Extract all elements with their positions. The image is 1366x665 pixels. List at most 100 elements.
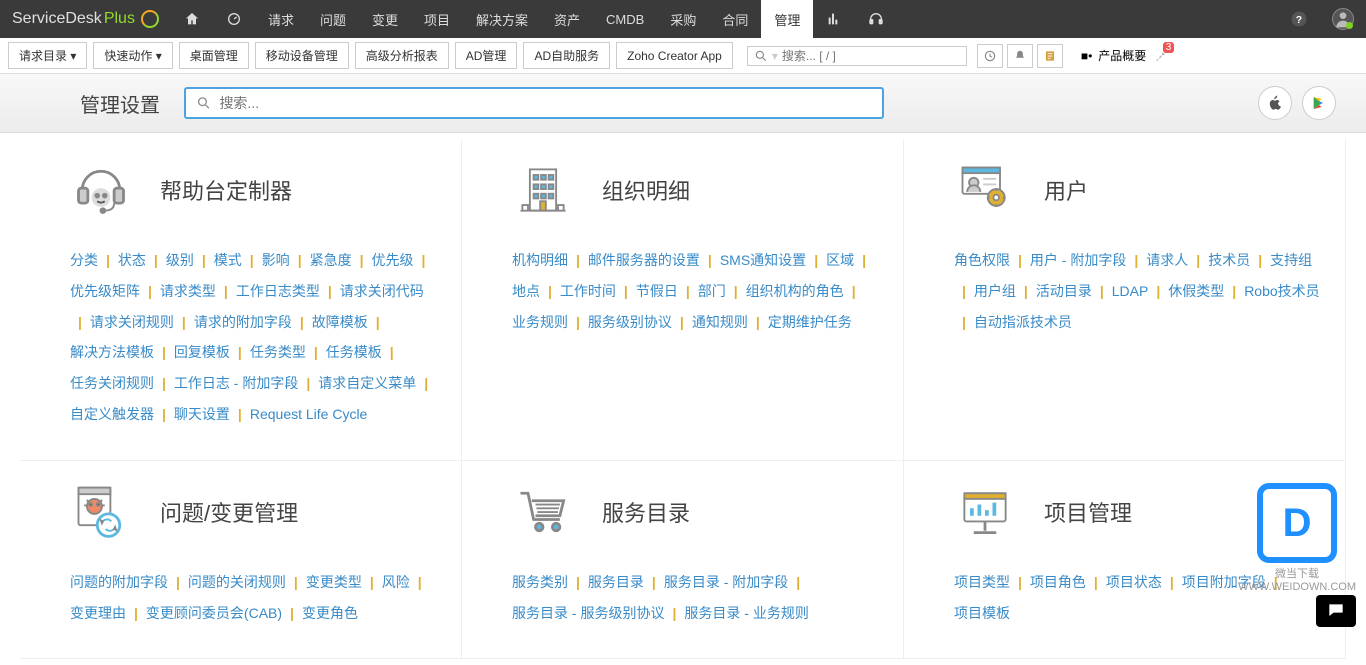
settings-search[interactable] (184, 87, 884, 119)
settings-link[interactable]: 紧急度 (310, 245, 352, 276)
nav-tab-5[interactable]: 资产 (541, 0, 593, 38)
notes-icon[interactable] (1037, 44, 1063, 68)
settings-link[interactable]: 休假类型 (1168, 276, 1224, 307)
settings-link[interactable]: 模式 (214, 245, 242, 276)
settings-link[interactable]: 活动目录 (1036, 276, 1092, 307)
settings-link[interactable]: 工作日志类型 (236, 276, 320, 307)
toolbar-btn-5[interactable]: AD管理 (455, 42, 518, 69)
settings-link[interactable]: 级别 (166, 245, 194, 276)
settings-link[interactable]: 优先级 (372, 245, 414, 276)
toolbar-btn-7[interactable]: Zoho Creator App (616, 42, 733, 69)
settings-link[interactable]: 聊天设置 (174, 399, 230, 430)
settings-link[interactable]: 机构明细 (512, 245, 568, 276)
settings-link[interactable]: 请求自定义菜单 (318, 368, 416, 399)
settings-search-input[interactable] (219, 95, 872, 111)
settings-link[interactable]: 项目类型 (954, 567, 1010, 598)
settings-link[interactable]: 部门 (698, 276, 726, 307)
toolbar-search-input[interactable] (782, 49, 942, 63)
settings-link[interactable]: 项目角色 (1030, 567, 1086, 598)
settings-link[interactable]: 风险 (382, 567, 410, 598)
settings-link[interactable]: SMS通知设置 (720, 245, 806, 276)
support-icon[interactable] (855, 0, 897, 38)
nav-tab-1[interactable]: 问题 (307, 0, 359, 38)
settings-link[interactable]: 用户 - 附加字段 (1030, 245, 1126, 276)
dashboard-icon[interactable] (213, 0, 255, 38)
nav-tab-9[interactable]: 管理 (761, 0, 813, 38)
settings-link[interactable]: 故障模板 (312, 307, 368, 338)
settings-link[interactable]: 通知规则 (692, 307, 748, 338)
settings-link[interactable]: 服务目录 - 附加字段 (664, 567, 788, 598)
toolbar-btn-3[interactable]: 移动设备管理 (255, 42, 349, 69)
settings-link[interactable]: 项目模板 (954, 598, 1010, 629)
settings-link[interactable]: 任务类型 (250, 337, 306, 368)
settings-link[interactable]: 支持组 (1270, 245, 1312, 276)
playstore-icon[interactable] (1302, 86, 1336, 120)
settings-link[interactable]: 节假日 (636, 276, 678, 307)
chat-fab[interactable] (1316, 595, 1356, 627)
nav-tab-0[interactable]: 请求 (255, 0, 307, 38)
product-overview[interactable]: ■• 产品概要 3 (1081, 47, 1168, 64)
settings-link[interactable]: 变更类型 (306, 567, 362, 598)
settings-link[interactable]: 自动指派技术员 (974, 307, 1072, 338)
toolbar-btn-1[interactable]: 快速动作 ▾ (93, 42, 172, 69)
toolbar-btn-4[interactable]: 高级分析报表 (355, 42, 449, 69)
settings-link[interactable]: 请求人 (1146, 245, 1188, 276)
settings-link[interactable]: 工作时间 (560, 276, 616, 307)
brand-logo[interactable]: ServiceDesk Plus (0, 10, 171, 28)
reports-icon[interactable] (813, 0, 855, 38)
toolbar-btn-2[interactable]: 桌面管理 (179, 42, 249, 69)
pin-icon[interactable]: 3 (1152, 48, 1168, 64)
settings-link[interactable]: 任务模板 (326, 337, 382, 368)
settings-link[interactable]: 请求类型 (160, 276, 216, 307)
settings-link[interactable]: 工作日志 - 附加字段 (174, 368, 298, 399)
appstore-icon[interactable] (1258, 86, 1292, 120)
bell-icon[interactable] (1007, 44, 1033, 68)
settings-link[interactable]: 用户组 (974, 276, 1016, 307)
nav-tab-7[interactable]: 采购 (657, 0, 709, 38)
settings-link[interactable]: 项目状态 (1106, 567, 1162, 598)
settings-link[interactable]: Request Life Cycle (250, 399, 368, 430)
nav-tab-2[interactable]: 变更 (359, 0, 411, 38)
settings-link[interactable]: 组织机构的角色 (746, 276, 844, 307)
settings-link[interactable]: 请求关闭代码 (340, 276, 424, 307)
settings-link[interactable]: 优先级矩阵 (70, 276, 140, 307)
settings-link[interactable]: 影响 (262, 245, 290, 276)
settings-link[interactable]: 角色权限 (954, 245, 1010, 276)
settings-link[interactable]: 问题的附加字段 (70, 567, 168, 598)
home-icon[interactable] (171, 0, 213, 38)
nav-tab-6[interactable]: CMDB (593, 0, 657, 38)
settings-link[interactable]: 回复模板 (174, 337, 230, 368)
settings-link[interactable]: 地点 (512, 276, 540, 307)
settings-link[interactable]: LDAP (1112, 276, 1149, 307)
recent-icon[interactable] (977, 44, 1003, 68)
nav-tab-3[interactable]: 项目 (411, 0, 463, 38)
settings-link[interactable]: 解决方法模板 (70, 337, 154, 368)
settings-link[interactable]: Robo技术员 (1244, 276, 1319, 307)
settings-link[interactable]: 问题的关闭规则 (188, 567, 286, 598)
settings-link[interactable]: 区域 (826, 245, 854, 276)
settings-link[interactable]: 服务目录 - 服务级别协议 (512, 598, 664, 629)
toolbar-btn-6[interactable]: AD自助服务 (523, 42, 610, 69)
toolbar-btn-0[interactable]: 请求目录 ▾ (8, 42, 87, 69)
toolbar-search[interactable]: ▾ (747, 46, 967, 66)
settings-link[interactable]: 请求关闭规则 (90, 307, 174, 338)
settings-link[interactable]: 服务目录 (588, 567, 644, 598)
nav-tab-8[interactable]: 合同 (709, 0, 761, 38)
settings-link[interactable]: 请求的附加字段 (194, 307, 292, 338)
settings-link[interactable]: 服务级别协议 (588, 307, 672, 338)
settings-link[interactable]: 变更顾问委员会(CAB) (146, 598, 282, 629)
settings-link[interactable]: 业务规则 (512, 307, 568, 338)
settings-link[interactable]: 服务目录 - 业务规则 (684, 598, 808, 629)
user-avatar[interactable] (1320, 8, 1366, 30)
settings-link[interactable]: 变更角色 (302, 598, 358, 629)
settings-link[interactable]: 定期维护任务 (768, 307, 852, 338)
settings-link[interactable]: 分类 (70, 245, 98, 276)
settings-link[interactable]: 技术员 (1208, 245, 1250, 276)
settings-link[interactable]: 状态 (118, 245, 146, 276)
help-icon[interactable]: ? (1278, 10, 1320, 28)
nav-tab-4[interactable]: 解决方案 (463, 0, 541, 38)
settings-link[interactable]: 任务关闭规则 (70, 368, 154, 399)
settings-link[interactable]: 变更理由 (70, 598, 126, 629)
settings-link[interactable]: 邮件服务器的设置 (588, 245, 700, 276)
settings-link[interactable]: 自定义触发器 (70, 399, 154, 430)
